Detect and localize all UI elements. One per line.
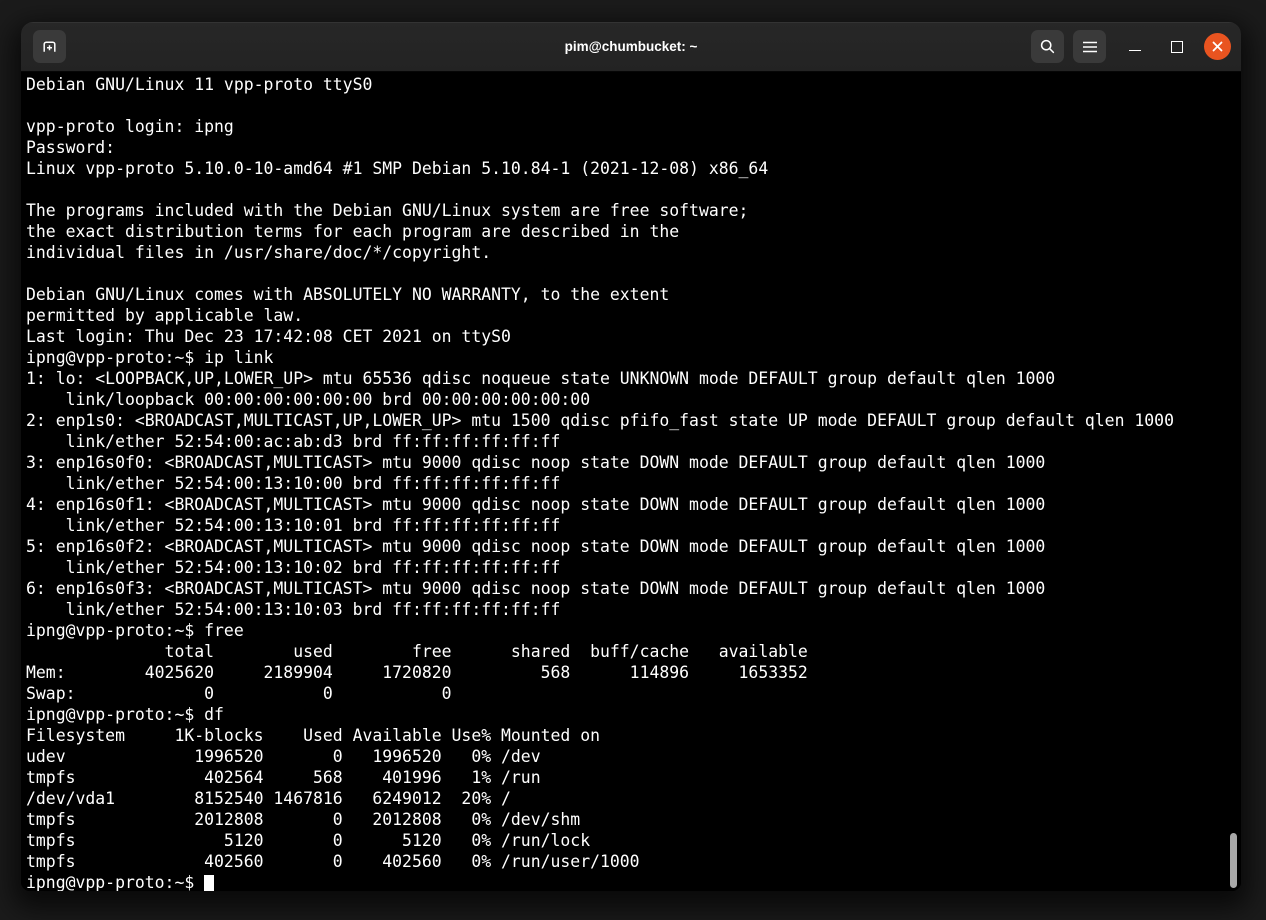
new-tab-button[interactable] [33,30,66,63]
titlebar[interactable]: pim@chumbucket: ~ [21,22,1241,72]
terminal-window: pim@chumbucket: ~ [21,22,1241,891]
hamburger-menu-icon [1082,40,1098,54]
search-icon [1039,38,1056,55]
terminal-current-line: ipng@vpp-proto:~$ [26,873,204,891]
menu-button[interactable] [1073,30,1106,63]
minimize-button[interactable] [1122,34,1148,60]
terminal-scrollback: Debian GNU/Linux 11 vpp-proto ttyS0 vpp-… [26,74,1241,872]
terminal-prompt-row: ipng@vpp-proto:~$ [26,872,1241,891]
tab-new-icon [41,38,58,55]
maximize-button[interactable] [1164,34,1190,60]
maximize-icon [1171,41,1183,53]
terminal-screen[interactable]: Debian GNU/Linux 11 vpp-proto ttyS0 vpp-… [21,72,1241,891]
terminal-cursor [204,875,214,891]
titlebar-controls [1022,22,1231,71]
scrollbar-thumb[interactable] [1230,833,1237,888]
close-icon [1211,40,1224,53]
minimize-icon [1129,50,1141,51]
close-button[interactable] [1204,33,1231,60]
search-button[interactable] [1031,30,1064,63]
